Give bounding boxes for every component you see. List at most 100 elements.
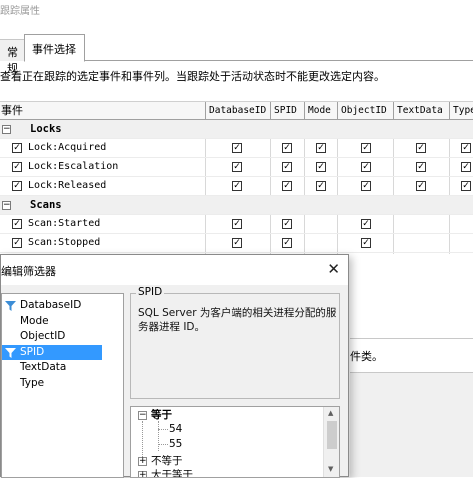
column-header-objectid[interactable]: ObjectID — [337, 102, 393, 120]
column-checkbox[interactable]: ✓ — [361, 162, 371, 172]
column-header-events[interactable]: 事件 — [0, 102, 205, 120]
filter-column-list[interactable]: DatabaseID Mode ObjectID SPID TextData Type — [1, 293, 124, 478]
tree-value-54[interactable]: 54 — [169, 422, 182, 436]
event-category-label: Scans — [30, 199, 62, 211]
window-title: 跟踪属性 — [0, 6, 40, 17]
column-checkbox[interactable]: ✓ — [461, 162, 471, 172]
event-row[interactable]: ✓ Lock:Escalation ✓ ✓ ✓ ✓ ✓ ✓ — [0, 158, 473, 177]
column-checkbox[interactable]: ✓ — [232, 162, 242, 172]
tree-node-equals[interactable]: 等于 — [151, 408, 172, 422]
column-checkbox[interactable]: ✓ — [416, 162, 426, 172]
dialog-title-bar: 编辑筛选器 ✕ — [1, 255, 348, 285]
filter-column-item-objectid[interactable]: ObjectID — [2, 329, 102, 344]
column-checkbox[interactable]: ✓ — [232, 143, 242, 153]
event-checkbox[interactable]: ✓ — [12, 219, 22, 229]
column-checkbox[interactable]: ✓ — [361, 238, 371, 248]
column-checkbox[interactable]: ✓ — [316, 162, 326, 172]
column-checkbox[interactable]: ✓ — [316, 181, 326, 191]
event-checkbox[interactable]: ✓ — [12, 181, 22, 191]
filter-criteria-tree: − 等于 54 55 + 不等于 + 大于等于 ▲ ▼ — [130, 406, 340, 478]
filter-column-label: Type — [20, 376, 45, 389]
event-label: Lock:Escalation — [28, 161, 119, 172]
event-category-label: Locks — [30, 123, 62, 135]
edit-filter-dialog: 编辑筛选器 ✕ DatabaseID Mode ObjectID SPID TextDa… — [0, 254, 349, 478]
tab-bar: 常规 事件选择 — [0, 30, 473, 75]
filter-funnel-icon — [5, 347, 16, 358]
column-description-text: 件类。 — [350, 350, 383, 363]
collapse-icon[interactable]: − — [2, 125, 11, 134]
grid-header: 事件 DatabaseID SPID Mode ObjectID TextDat… — [0, 101, 473, 120]
column-checkbox[interactable]: ✓ — [361, 219, 371, 229]
event-category-row[interactable]: − Locks — [0, 120, 473, 139]
event-label: Lock:Acquired — [28, 142, 107, 153]
event-checkbox[interactable]: ✓ — [12, 143, 22, 153]
tree-value-55[interactable]: 55 — [169, 437, 182, 451]
column-checkbox[interactable]: ✓ — [232, 238, 242, 248]
tab-event-selection[interactable]: 事件选择 — [24, 34, 85, 62]
tab-general[interactable]: 常规 — [0, 39, 24, 75]
events-grid: 事件 DatabaseID SPID Mode ObjectID TextDat… — [0, 101, 473, 254]
close-icon[interactable]: ✕ — [327, 260, 340, 278]
event-label: Lock:Released — [28, 180, 107, 191]
filter-column-item-textdata[interactable]: TextData — [2, 360, 102, 375]
column-info-legend: SPID — [136, 286, 165, 298]
column-checkbox[interactable]: ✓ — [361, 181, 371, 191]
column-checkbox[interactable]: ✓ — [316, 143, 326, 153]
filter-column-item-type[interactable]: Type — [2, 376, 102, 391]
column-checkbox[interactable]: ✓ — [416, 143, 426, 153]
column-info-group: SPID SQL Server 为客户端的相关进程分配的服务器进程 ID。 — [130, 286, 340, 399]
scroll-thumb[interactable] — [327, 421, 337, 449]
tree-node-not-equals[interactable]: 不等于 — [151, 454, 183, 468]
event-checkbox[interactable]: ✓ — [12, 238, 22, 248]
column-checkbox[interactable]: ✓ — [282, 181, 292, 191]
event-row[interactable]: ✓ Scan:Started ✓ ✓ ✓ — [0, 215, 473, 234]
filter-column-item-spid[interactable]: SPID — [2, 344, 102, 360]
window-title-bar: 跟踪属性 — [0, 0, 473, 22]
column-checkbox[interactable]: ✓ — [232, 219, 242, 229]
event-row[interactable]: ✓ Scan:Stopped ✓ ✓ ✓ — [0, 234, 473, 253]
event-label: Scan:Stopped — [28, 237, 101, 248]
filter-column-label: Mode — [20, 314, 49, 327]
column-checkbox[interactable]: ✓ — [461, 143, 471, 153]
window-body-panel — [350, 373, 473, 477]
event-row[interactable]: ✓ Lock:Released ✓ ✓ ✓ ✓ ✓ ✓ — [0, 177, 473, 196]
event-row[interactable]: ✓ Lock:Acquired ✓ ✓ ✓ ✓ ✓ ✓ — [0, 139, 473, 158]
column-checkbox[interactable]: ✓ — [361, 143, 371, 153]
filter-column-item-databaseid[interactable]: DatabaseID — [2, 298, 102, 313]
scroll-down-icon[interactable]: ▼ — [328, 465, 333, 473]
column-checkbox[interactable]: ✓ — [282, 143, 292, 153]
collapse-icon[interactable]: − — [138, 411, 147, 420]
column-header-type[interactable]: Type — [449, 102, 473, 120]
filter-column-label: SPID — [20, 345, 45, 358]
expand-icon[interactable]: + — [138, 457, 147, 466]
collapse-icon[interactable]: − — [2, 201, 11, 210]
column-info-text: SQL Server 为客户端的相关进程分配的服务器进程 ID。 — [138, 307, 337, 333]
filter-column-label: TextData — [20, 361, 67, 373]
tree-connector — [158, 444, 168, 445]
column-checkbox[interactable]: ✓ — [282, 219, 292, 229]
column-header-textdata[interactable]: TextData — [393, 102, 449, 120]
column-checkbox[interactable]: ✓ — [416, 181, 426, 191]
filter-column-item-mode[interactable]: Mode — [2, 314, 102, 329]
filter-column-label: ObjectID — [20, 330, 66, 342]
tree-scrollbar[interactable]: ▲ ▼ — [323, 407, 339, 477]
column-header-spid[interactable]: SPID — [270, 102, 304, 120]
column-header-mode[interactable]: Mode — [304, 102, 337, 120]
event-label: Scan:Started — [28, 218, 101, 229]
tree-connector — [158, 421, 159, 451]
column-header-databaseid[interactable]: DatabaseID — [205, 102, 270, 120]
column-checkbox[interactable]: ✓ — [282, 238, 292, 248]
tree-connector — [142, 421, 143, 457]
filter-column-label: DatabaseID — [20, 299, 82, 311]
tree-connector — [158, 429, 168, 430]
event-category-row[interactable]: − Scans — [0, 196, 473, 215]
column-checkbox[interactable]: ✓ — [282, 162, 292, 172]
event-checkbox[interactable]: ✓ — [12, 162, 22, 172]
column-description-box: 件类。 — [350, 338, 473, 373]
filter-funnel-icon — [5, 301, 16, 311]
column-checkbox[interactable]: ✓ — [461, 181, 471, 191]
dialog-title: 编辑筛选器 — [1, 265, 56, 278]
scroll-up-icon[interactable]: ▲ — [328, 409, 333, 417]
event-selection-description: 查看正在跟踪的选定事件和事件列。当跟踪处于活动状态时不能更改选定内容。 — [0, 70, 385, 83]
column-checkbox[interactable]: ✓ — [232, 181, 242, 191]
